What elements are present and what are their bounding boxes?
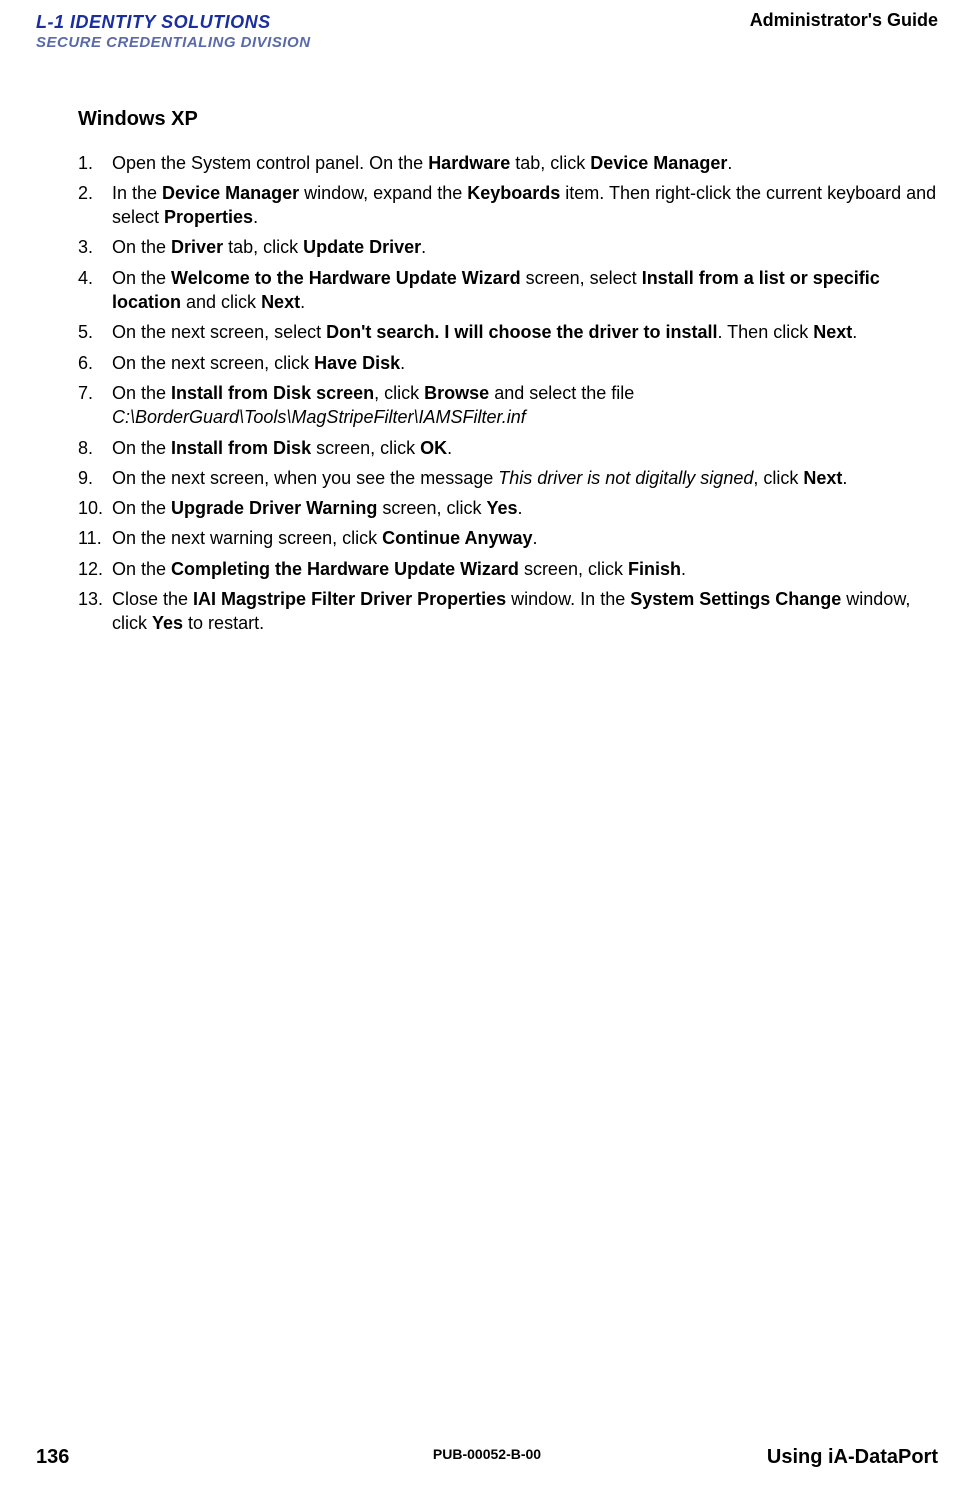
text: . <box>400 353 405 373</box>
section-name: Using iA-DataPort <box>767 1446 938 1469</box>
text: On the <box>112 383 171 403</box>
bold: Device Manager <box>162 183 299 203</box>
step-13: Close the IAI Magstripe Filter Driver Pr… <box>78 587 938 636</box>
text: . Then click <box>718 322 814 342</box>
bold: Next <box>813 322 852 342</box>
logo-line-1: L-1 IDENTITY SOLUTIONS <box>36 12 311 34</box>
text: . <box>681 559 686 579</box>
text: tab, click <box>510 153 590 173</box>
step-3: On the Driver tab, click Update Driver. <box>78 235 938 259</box>
text: . <box>852 322 857 342</box>
text: screen, click <box>311 438 420 458</box>
italic: C:\BorderGuard\Tools\MagStripeFilter\IAM… <box>112 407 526 427</box>
text: On the <box>112 237 171 257</box>
text: . <box>727 153 732 173</box>
text: . <box>447 438 452 458</box>
bold: IAI Magstripe Filter Driver Properties <box>193 589 506 609</box>
text: Open the System control panel. On the <box>112 153 428 173</box>
bold: Yes <box>152 613 183 633</box>
bold: Next <box>261 292 300 312</box>
text: screen, click <box>519 559 628 579</box>
bold: Welcome to the Hardware Update Wizard <box>171 268 521 288</box>
text: , click <box>374 383 424 403</box>
italic: This driver is not digitally signed <box>498 468 753 488</box>
text: screen, click <box>377 498 486 518</box>
page-footer: 136 PUB-00052-B-00 Using iA-DataPort <box>0 1446 974 1469</box>
bold: Continue Anyway <box>382 528 532 548</box>
page-number: 136 <box>36 1446 69 1469</box>
bold: System Settings Change <box>630 589 841 609</box>
step-5: On the next screen, select Don't search.… <box>78 320 938 344</box>
logo-block: L-1 IDENTITY SOLUTIONS SECURE CREDENTIAL… <box>36 12 311 52</box>
page-header: L-1 IDENTITY SOLUTIONS SECURE CREDENTIAL… <box>36 12 938 52</box>
bold: Keyboards <box>467 183 560 203</box>
step-8: On the Install from Disk screen, click O… <box>78 436 938 460</box>
section-heading: Windows XP <box>78 108 938 131</box>
logo-line-2: SECURE CREDENTIALING DIVISION <box>36 34 311 52</box>
text: , click <box>753 468 803 488</box>
text: . <box>532 528 537 548</box>
text: On the <box>112 498 171 518</box>
text: and select the file <box>489 383 634 403</box>
bold: Don't search. I will choose the driver t… <box>326 322 717 342</box>
step-12: On the Completing the Hardware Update Wi… <box>78 557 938 581</box>
text: On the next screen, click <box>112 353 314 373</box>
document-title: Administrator's Guide <box>750 10 938 31</box>
text: On the next screen, select <box>112 322 326 342</box>
bold: Update Driver <box>303 237 421 257</box>
bold: OK <box>420 438 447 458</box>
text: and click <box>181 292 261 312</box>
bold: Yes <box>486 498 517 518</box>
text: . <box>842 468 847 488</box>
bold: Device Manager <box>590 153 727 173</box>
step-2: In the Device Manager window, expand the… <box>78 181 938 230</box>
text: window. In the <box>506 589 630 609</box>
text: On the <box>112 559 171 579</box>
step-6: On the next screen, click Have Disk. <box>78 351 938 375</box>
bold: Upgrade Driver Warning <box>171 498 377 518</box>
bold: Browse <box>424 383 489 403</box>
bold: Finish <box>628 559 681 579</box>
text: tab, click <box>223 237 303 257</box>
bold: Driver <box>171 237 223 257</box>
text: Close the <box>112 589 193 609</box>
step-4: On the Welcome to the Hardware Update Wi… <box>78 266 938 315</box>
text: . <box>421 237 426 257</box>
text: In the <box>112 183 162 203</box>
step-7: On the Install from Disk screen, click B… <box>78 381 938 430</box>
bold: Hardware <box>428 153 510 173</box>
step-9: On the next screen, when you see the mes… <box>78 466 938 490</box>
step-10: On the Upgrade Driver Warning screen, cl… <box>78 496 938 520</box>
text: . <box>253 207 258 227</box>
step-1: Open the System control panel. On the Ha… <box>78 151 938 175</box>
text: On the next warning screen, click <box>112 528 382 548</box>
publication-id: PUB-00052-B-00 <box>433 1446 541 1462</box>
text: . <box>300 292 305 312</box>
bold: Next <box>803 468 842 488</box>
bold: Completing the Hardware Update Wizard <box>171 559 519 579</box>
step-11: On the next warning screen, click Contin… <box>78 526 938 550</box>
text: screen, select <box>521 268 642 288</box>
content-area: Windows XP Open the System control panel… <box>36 108 938 636</box>
bold: Install from Disk <box>171 438 311 458</box>
text: to restart. <box>183 613 264 633</box>
text: On the <box>112 268 171 288</box>
text: window, expand the <box>299 183 467 203</box>
text: . <box>518 498 523 518</box>
bold: Install from Disk screen <box>171 383 374 403</box>
bold: Have Disk <box>314 353 400 373</box>
text: On the next screen, when you see the mes… <box>112 468 498 488</box>
steps-list: Open the System control panel. On the Ha… <box>78 151 938 636</box>
bold: Properties <box>164 207 253 227</box>
text: On the <box>112 438 171 458</box>
